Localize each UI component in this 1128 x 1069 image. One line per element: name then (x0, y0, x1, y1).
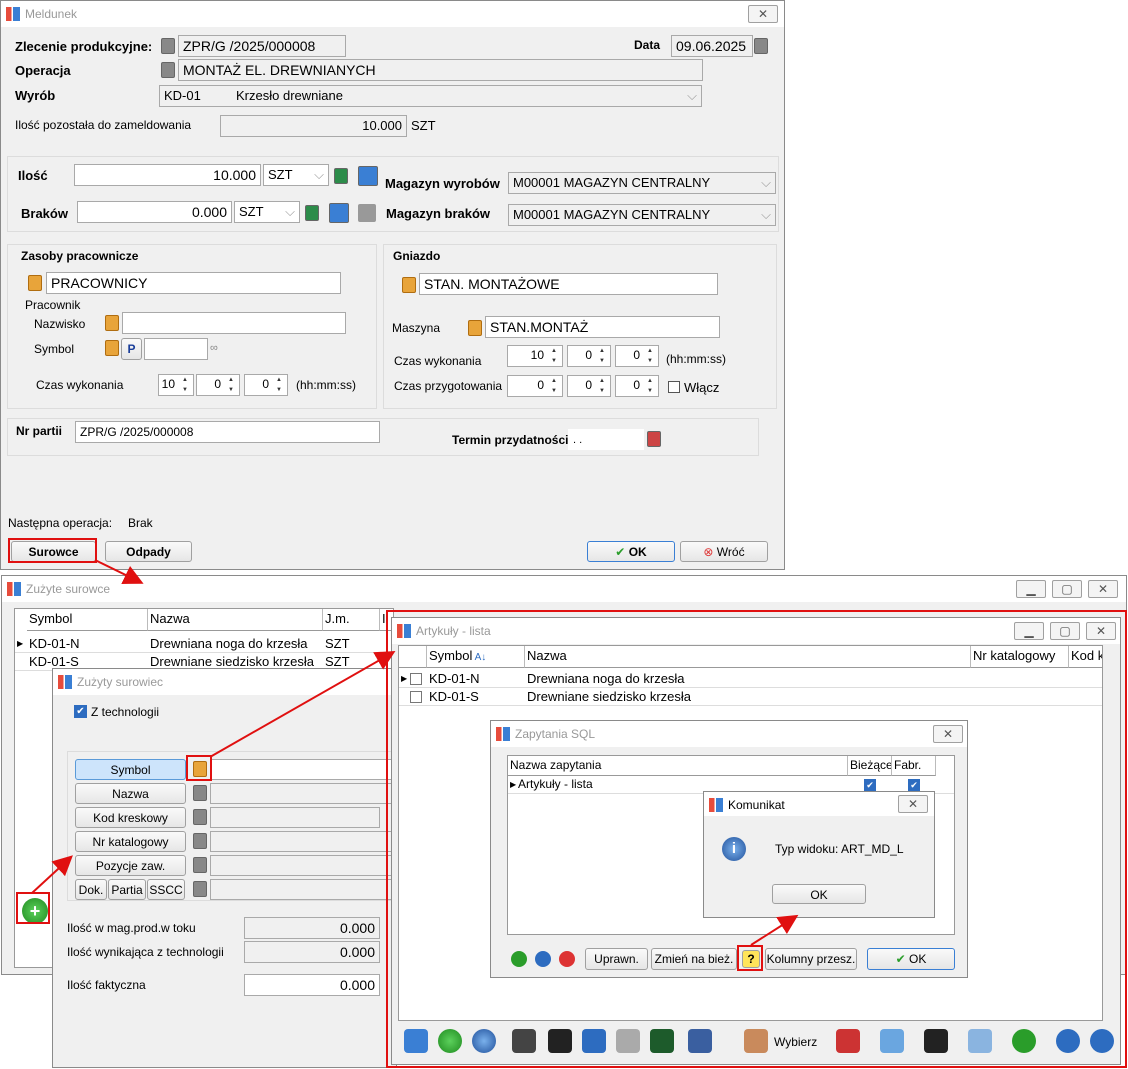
arrow (750, 914, 799, 946)
arrow (209, 651, 396, 758)
arrow (31, 855, 73, 894)
annotation-arrows (31, 559, 799, 946)
arrow (94, 559, 144, 584)
